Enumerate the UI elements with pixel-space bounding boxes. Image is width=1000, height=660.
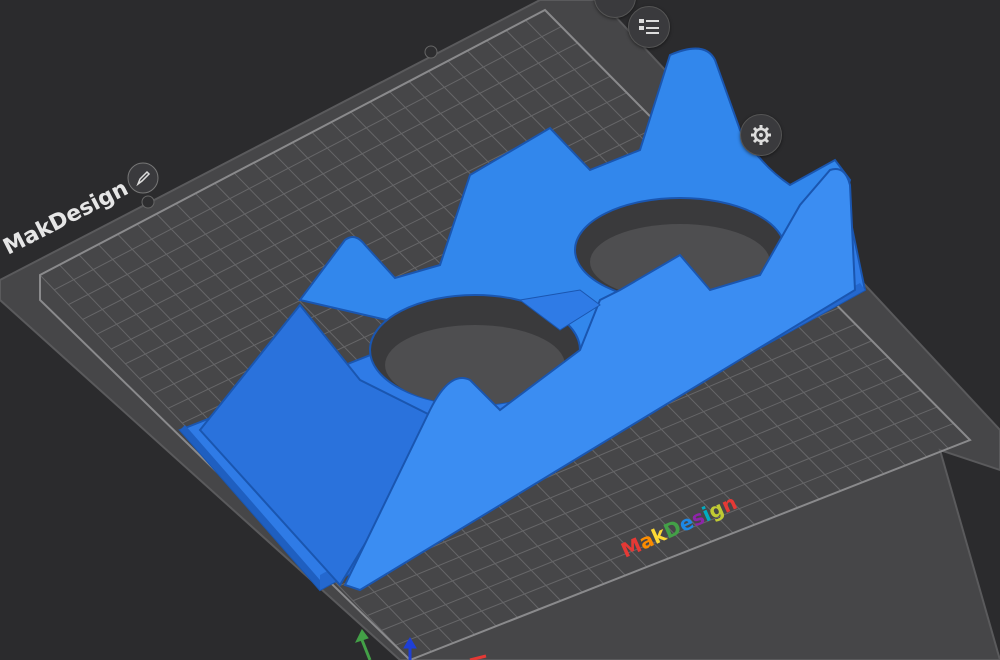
gear-icon [751, 125, 771, 145]
list-view-button[interactable] [628, 6, 670, 48]
3d-viewport[interactable]: MakDesign MakDesign [0, 0, 1000, 660]
x-axis-arrow [355, 629, 369, 643]
edit-plate-name-button[interactable] [127, 162, 159, 194]
list-view-icon [639, 19, 659, 34]
settings-button[interactable] [740, 114, 782, 156]
plate-screw [424, 45, 438, 59]
x-axis-line [360, 639, 372, 660]
plate-screw [141, 195, 155, 209]
